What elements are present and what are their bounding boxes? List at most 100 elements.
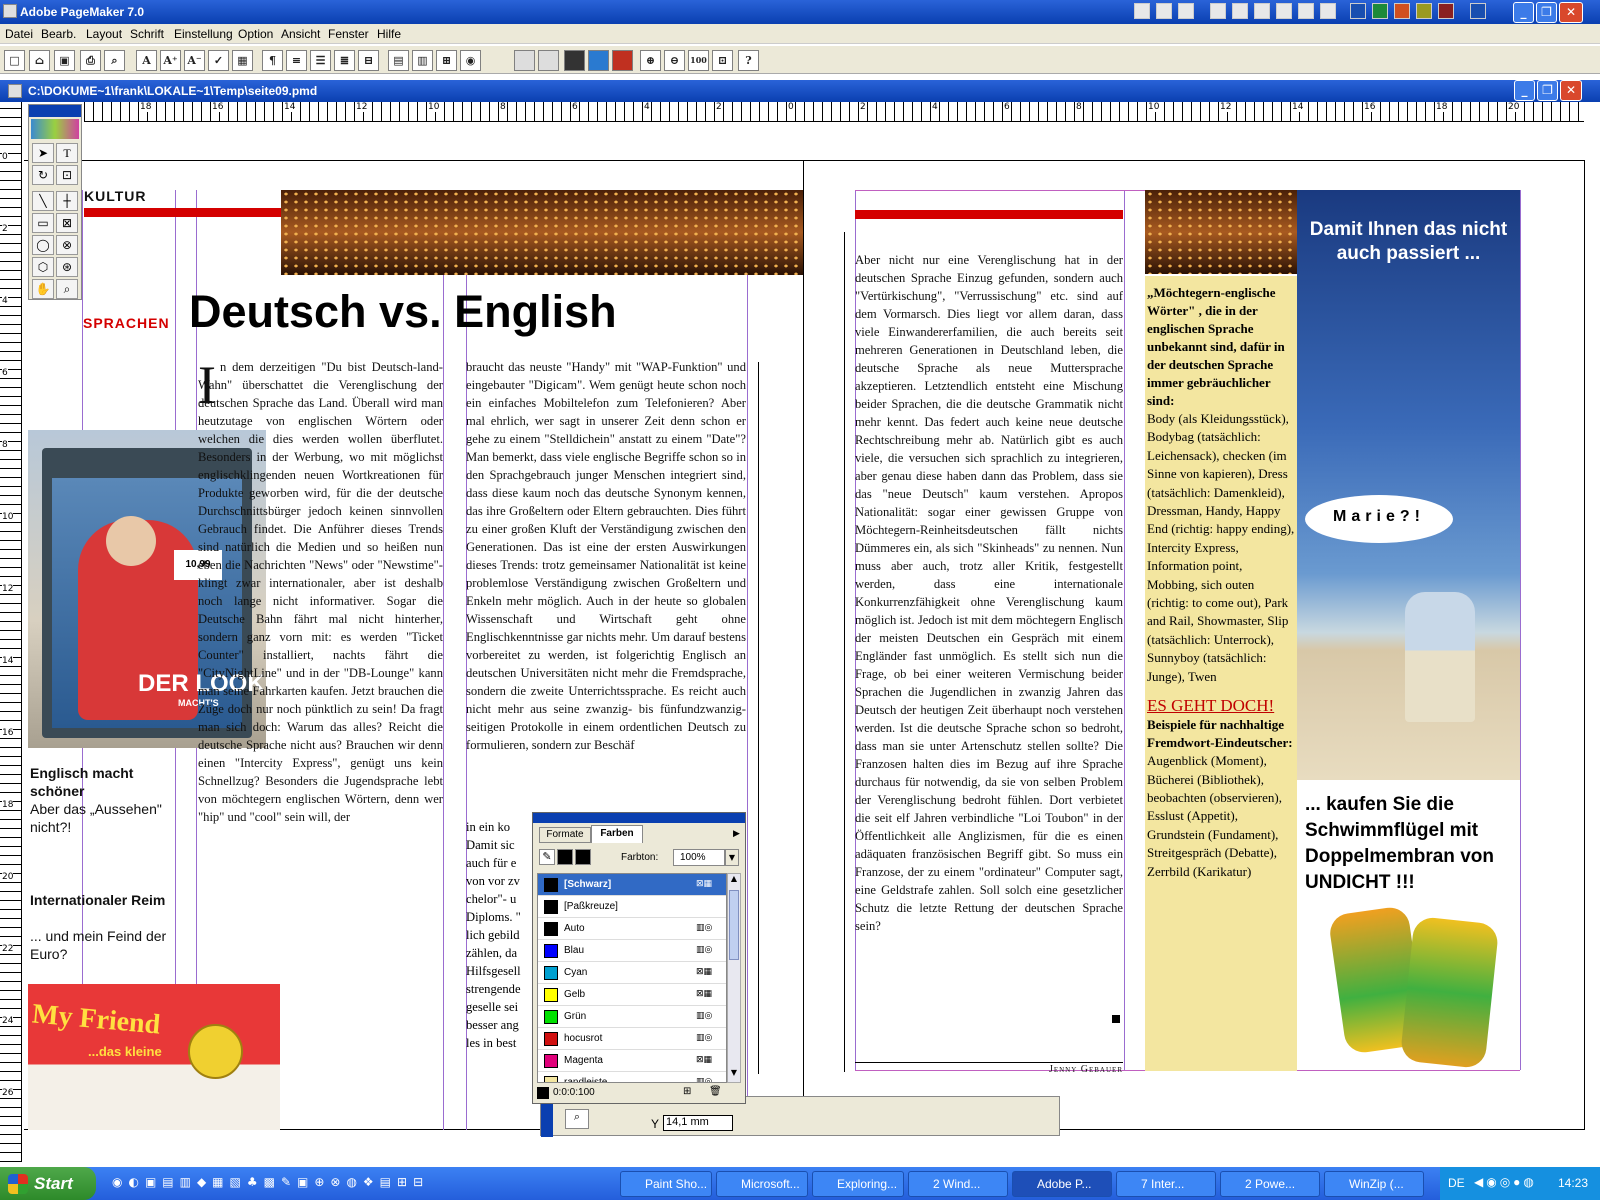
tray-icon[interactable]	[1156, 3, 1172, 19]
ruler-vertical[interactable]: 0 2 4 6 8 10 12 14 16 18 20 22 24 26	[0, 102, 22, 1162]
spellcheck-icon[interactable]: ✓	[208, 50, 229, 71]
doc-maximize-button[interactable]: ❐	[1537, 80, 1558, 101]
language-indicator[interactable]: DE	[1448, 1176, 1465, 1190]
right-column-1[interactable]: Aber nicht nur eine Verenglischung hat i…	[855, 251, 1123, 1051]
color-item[interactable]: Grün ▥◎	[538, 1006, 726, 1028]
overflow-handle[interactable]	[1112, 1015, 1120, 1023]
menu-schrift[interactable]: Schrift	[130, 27, 164, 41]
palette-title-bar[interactable]	[533, 813, 745, 823]
y-field[interactable]: 14,1 mm	[663, 1115, 733, 1131]
tint-select[interactable]: 100%	[673, 849, 725, 866]
task-powerpoint[interactable]: 2 Powe...	[1220, 1171, 1320, 1197]
left-column-1[interactable]: n dem derzeitigen "Du bist Deutsch-land-…	[198, 358, 443, 1072]
menu-datei[interactable]: Datei	[5, 27, 33, 41]
close-button[interactable]: ✕	[1559, 2, 1583, 23]
menu-hilfe[interactable]: Hilfe	[377, 27, 401, 41]
task-windows[interactable]: 2 Wind...	[908, 1171, 1008, 1197]
zoom-tool-icon[interactable]: ⌕	[56, 279, 78, 299]
outdent-icon[interactable]: ≣	[334, 50, 355, 71]
task-internet[interactable]: 7 Inter...	[1116, 1171, 1216, 1197]
task-exploring[interactable]: Exploring...	[812, 1171, 904, 1197]
font-size-down-icon[interactable]: A⁻	[184, 50, 205, 71]
image-icon[interactable]	[514, 50, 535, 71]
palette-menu-icon[interactable]: ▶	[733, 829, 740, 839]
open-icon[interactable]: ⌂	[29, 50, 50, 71]
left-column-2[interactable]: braucht das neuste "Handy" mit "WAP-Funk…	[466, 358, 746, 818]
task-winzip[interactable]: WinZip (...	[1324, 1171, 1424, 1197]
color-item[interactable]: Auto ▥◎	[538, 918, 726, 940]
text-tool-icon[interactable]: T	[56, 143, 78, 163]
color-item[interactable]: hocusrot ▥◎	[538, 1028, 726, 1050]
menu-bearb[interactable]: Bearb.	[41, 27, 76, 41]
chevron-up-icon[interactable]: ▲	[728, 874, 740, 888]
trash-icon[interactable]: 🗑	[709, 1086, 722, 1097]
font-size-up-icon[interactable]: A⁺	[160, 50, 181, 71]
menu-fenster[interactable]: Fenster	[328, 27, 369, 41]
maximize-button[interactable]: ❐	[1536, 2, 1557, 23]
menu-einstellung[interactable]: Einstellung	[174, 27, 233, 41]
palette-scrollbar[interactable]: ▲ ▼	[727, 873, 741, 1083]
color-item[interactable]: Magenta ⊠▦	[538, 1050, 726, 1072]
zoom-icon[interactable]: ⌕	[565, 1109, 589, 1129]
polygon-tool-icon[interactable]: ⬡	[32, 257, 54, 277]
zoom-out-icon[interactable]: ⊖	[664, 50, 685, 71]
color-item[interactable]: Gelb ⊠▦	[538, 984, 726, 1006]
tray-icon[interactable]	[1232, 3, 1248, 19]
color-item[interactable]: randleiste ▥◎	[538, 1072, 726, 1082]
color-item[interactable]: [Paßkreuze]	[538, 896, 726, 918]
chevron-down-icon[interactable]: ▼	[725, 849, 739, 866]
menu-ansicht[interactable]: Ansicht	[281, 27, 320, 41]
ellipse-frame-icon[interactable]: ⊗	[56, 235, 78, 255]
tab-farben[interactable]: Farben	[591, 825, 643, 843]
header-photo[interactable]	[281, 190, 803, 275]
new-icon[interactable]: □	[4, 50, 25, 71]
color-list[interactable]: [Schwarz] ⊠▦ [Paßkreuze] Auto ▥◎ Blau ▥◎ Cy…	[537, 873, 727, 1083]
doc-minimize-button[interactable]: _	[1514, 80, 1535, 101]
chevron-down-icon[interactable]: ▼	[728, 1068, 740, 1082]
link-icon[interactable]: ◉	[460, 50, 481, 71]
tray-icon[interactable]	[1134, 3, 1150, 19]
menu-layout[interactable]: Layout	[86, 27, 122, 41]
tray-icon[interactable]	[1276, 3, 1292, 19]
page-icon[interactable]: ▤	[388, 50, 409, 71]
sidebar-photo[interactable]	[1145, 190, 1297, 274]
scroll-thumb[interactable]	[729, 890, 739, 960]
constrained-line-icon[interactable]: ┼	[56, 191, 78, 211]
pdf-icon[interactable]	[612, 50, 633, 71]
line-tool-icon[interactable]: ╲	[32, 191, 54, 211]
indent-icon[interactable]: ≡	[286, 50, 307, 71]
tab-formate[interactable]: Formate	[539, 827, 591, 843]
zoom-in-icon[interactable]: ⊕	[640, 50, 661, 71]
color-item[interactable]: Cyan ⊠▦	[538, 962, 726, 984]
colors-palette[interactable]: Formate Farben ▶ ✎ Farbton: 100% ▼ [Schw…	[532, 812, 746, 1104]
rotate-tool-icon[interactable]: ↻	[32, 165, 54, 185]
color-item[interactable]: Blau ▥◎	[538, 940, 726, 962]
color-item[interactable]: [Schwarz] ⊠▦	[538, 874, 726, 896]
powerpoint-icon[interactable]	[1394, 3, 1410, 19]
bullets-icon[interactable]: ☰	[310, 50, 331, 71]
save-icon[interactable]: ▣	[54, 50, 75, 71]
font-icon[interactable]: A	[136, 50, 157, 71]
ellipse-tool-icon[interactable]: ◯	[32, 235, 54, 255]
indent-more-icon[interactable]: ⊟	[358, 50, 379, 71]
word-icon[interactable]	[1350, 3, 1366, 19]
tray-icon[interactable]	[1254, 3, 1270, 19]
fill-icon[interactable]	[557, 849, 573, 865]
app-icon[interactable]	[1470, 3, 1486, 19]
actual-size-icon[interactable]: 100	[688, 50, 709, 71]
task-microsoft[interactable]: Microsoft...	[716, 1171, 808, 1197]
pointer-tool-icon[interactable]: ➤	[32, 143, 54, 163]
rectangle-frame-icon[interactable]: ⊠	[56, 213, 78, 233]
tray-icon[interactable]	[1320, 3, 1336, 19]
print-icon[interactable]: ⎙	[80, 50, 101, 71]
tray-icon[interactable]	[1298, 3, 1314, 19]
frame-icon[interactable]: ⊞	[436, 50, 457, 71]
quick-launch[interactable]: ◉◐▣▤▥◆▦▧♣▩✎▣⊕⊗◍❖▤⊞⊟	[112, 1175, 612, 1193]
both-icon[interactable]	[575, 849, 591, 865]
minimize-button[interactable]: _	[1513, 2, 1534, 23]
hand-tool-icon[interactable]: ✋	[32, 279, 54, 299]
ruler-horizontal[interactable]: 18 16 14 12 10 8 6 4 2 0 2 4 6 8 10 12 1…	[84, 102, 1584, 122]
image-icon[interactable]	[564, 50, 585, 71]
tray-icons[interactable]: ◀◉◎●◍	[1474, 1175, 1537, 1189]
ad-bottom[interactable]: ... kaufen Sie die Schwimmflügel mit Dop…	[1297, 780, 1520, 1070]
